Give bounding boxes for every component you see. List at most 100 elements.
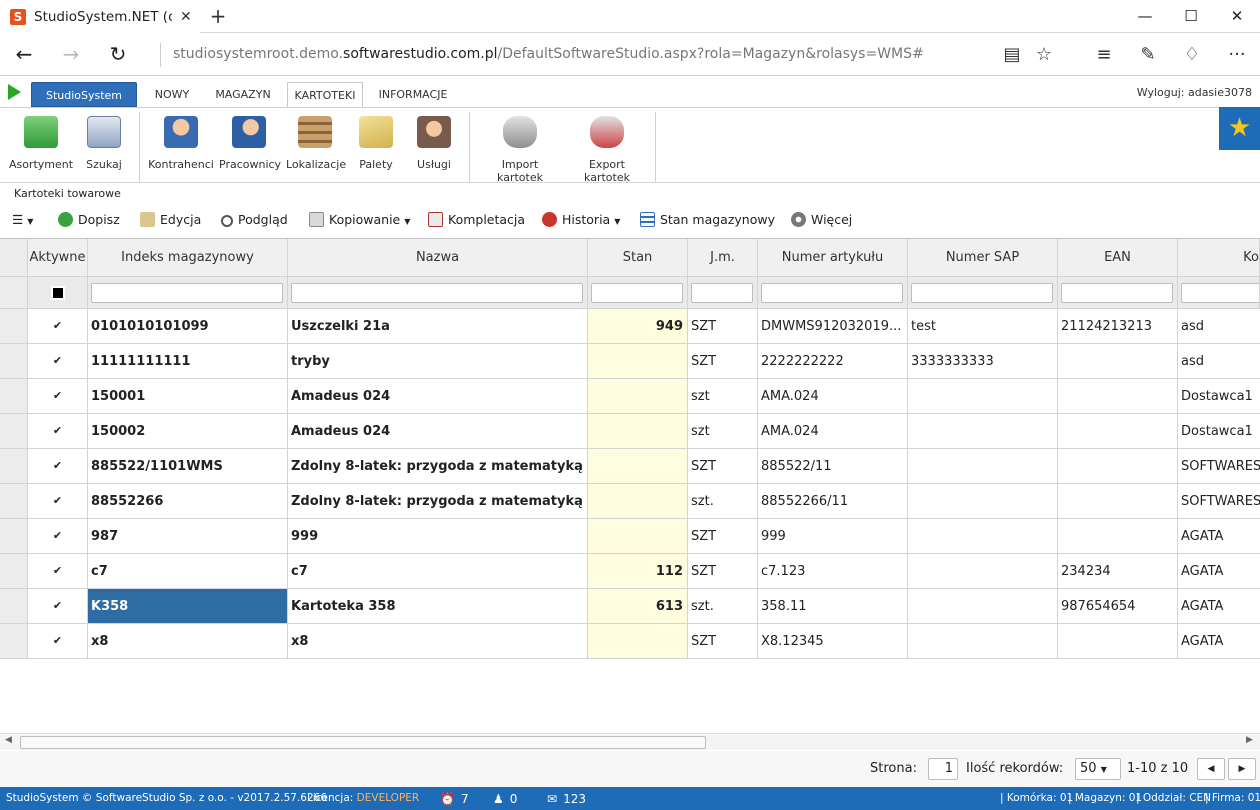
active-checkbox[interactable]: ✔ bbox=[51, 459, 65, 473]
cell-sap[interactable]: test bbox=[908, 309, 1058, 344]
active-checkbox[interactable]: ✔ bbox=[51, 389, 65, 403]
more-button[interactable]: Więcej bbox=[791, 210, 852, 230]
cell-ko[interactable]: AGATA bbox=[1178, 624, 1260, 659]
tab-studiosystem[interactable]: StudioSystem bbox=[31, 82, 137, 107]
cell-stan[interactable] bbox=[588, 519, 688, 554]
cell-sap[interactable] bbox=[908, 624, 1058, 659]
table-row[interactable]: ✔ K358 Kartoteka 358 613 szt. 358.11 987654654… bbox=[0, 589, 1260, 624]
tab-nowy[interactable]: NOWY bbox=[144, 82, 200, 107]
col-header-stan[interactable]: Stan bbox=[588, 239, 688, 277]
table-row[interactable]: ✔ 88552266 Zdolny 8-latek: przygoda z mate… bbox=[0, 484, 1260, 519]
cell-active[interactable]: ✔ bbox=[28, 589, 88, 624]
row-indicator[interactable] bbox=[0, 624, 28, 659]
cell-stan[interactable] bbox=[588, 449, 688, 484]
cell-stan[interactable]: 112 bbox=[588, 554, 688, 589]
cell-sap[interactable]: 3333333333 bbox=[908, 344, 1058, 379]
cell-ko[interactable]: Dostawca1 bbox=[1178, 379, 1260, 414]
active-checkbox[interactable]: ✔ bbox=[51, 319, 65, 333]
complete-button[interactable]: Kompletacja bbox=[428, 210, 525, 230]
cell-ean[interactable] bbox=[1058, 449, 1178, 484]
stock-button[interactable]: Stan magazynowy bbox=[640, 210, 775, 230]
table-row[interactable]: ✔ x8 x8 SZT X8.12345 AGATA bbox=[0, 624, 1260, 659]
cell-ko[interactable]: asd bbox=[1178, 344, 1260, 379]
hub-menu-icon[interactable]: ≡ bbox=[1089, 41, 1119, 69]
page-input[interactable]: 1 bbox=[928, 758, 958, 780]
cell-jm[interactable]: szt. bbox=[688, 589, 758, 624]
filter-indeks-input[interactable] bbox=[88, 277, 288, 309]
filter-aktywne-checkbox[interactable] bbox=[28, 277, 88, 309]
table-row[interactable]: ✔ 11111111111 tryby SZT 2222222222 3333333333… bbox=[0, 344, 1260, 379]
active-checkbox[interactable]: ✔ bbox=[51, 529, 65, 543]
cell-ko[interactable]: AGATA bbox=[1178, 519, 1260, 554]
records-select[interactable]: 50 ▼ bbox=[1075, 758, 1121, 780]
filter-jm-field[interactable] bbox=[691, 282, 753, 303]
active-checkbox[interactable]: ✔ bbox=[51, 354, 65, 368]
cell-index[interactable]: 88552266 bbox=[88, 484, 288, 519]
col-header-ean[interactable]: EAN bbox=[1058, 239, 1178, 277]
ribbon-asortyment-button[interactable]: Asortyment bbox=[8, 114, 74, 180]
ribbon-lokalizacje-button[interactable]: Lokalizacje bbox=[286, 114, 346, 180]
filter-jm-input[interactable] bbox=[688, 277, 758, 309]
active-checkbox[interactable]: ✔ bbox=[51, 634, 65, 648]
cell-index[interactable]: 987 bbox=[88, 519, 288, 554]
table-row[interactable]: ✔ 150001 Amadeus 024 szt AMA.024 Dostawca1 bbox=[0, 379, 1260, 414]
cell-stan[interactable] bbox=[588, 414, 688, 449]
users-counter[interactable]: ♟ 0 bbox=[493, 792, 517, 806]
active-checkbox[interactable]: ✔ bbox=[51, 564, 65, 578]
cell-stan[interactable]: 949 bbox=[588, 309, 688, 344]
cell-index[interactable]: 150001 bbox=[88, 379, 288, 414]
scroll-left-icon[interactable]: ◀ bbox=[5, 735, 12, 745]
logout-link[interactable]: Wyloguj: adasie3078 bbox=[1137, 86, 1252, 99]
cell-art[interactable]: 358.11 bbox=[758, 589, 908, 624]
table-row[interactable]: ✔ 885522/1101WMS Zdolny 8-latek: przygoda … bbox=[0, 449, 1260, 484]
cell-jm[interactable]: szt. bbox=[688, 484, 758, 519]
new-tab-button[interactable]: + bbox=[205, 4, 231, 30]
cell-name[interactable]: Amadeus 024 bbox=[288, 414, 588, 449]
row-indicator[interactable] bbox=[0, 414, 28, 449]
cell-index[interactable]: 11111111111 bbox=[88, 344, 288, 379]
cell-name[interactable]: Zdolny 8-latek: przygoda z matematyką bbox=[288, 449, 588, 484]
cell-jm[interactable]: SZT bbox=[688, 309, 758, 344]
mail-counter[interactable]: ✉ 123 bbox=[547, 792, 586, 806]
cell-stan[interactable]: 613 bbox=[588, 589, 688, 624]
hamburger-menu-button[interactable]: ☰ ▼ bbox=[12, 210, 33, 230]
cell-index[interactable]: x8 bbox=[88, 624, 288, 659]
filter-nazwa-input[interactable] bbox=[288, 277, 588, 309]
next-page-button[interactable]: ▶ bbox=[1228, 758, 1256, 780]
cell-ko[interactable]: SOFTWARES bbox=[1178, 484, 1260, 519]
cell-active[interactable]: ✔ bbox=[28, 554, 88, 589]
filter-ko-input[interactable] bbox=[1178, 277, 1260, 309]
cell-ean[interactable]: 987654654 bbox=[1058, 589, 1178, 624]
reading-view-icon[interactable]: ▤ bbox=[997, 41, 1027, 69]
cell-sap[interactable] bbox=[908, 379, 1058, 414]
tab-kartoteki[interactable]: KARTOTEKI bbox=[287, 82, 363, 107]
share-icon[interactable]: ♢ bbox=[1177, 41, 1207, 69]
history-button[interactable]: Historia ▼ bbox=[542, 210, 620, 230]
cell-active[interactable]: ✔ bbox=[28, 484, 88, 519]
cell-name[interactable]: c7 bbox=[288, 554, 588, 589]
cell-name[interactable]: Amadeus 024 bbox=[288, 379, 588, 414]
table-row[interactable]: ✔ c7 c7 112 SZT c7.123 234234 AGATA bbox=[0, 554, 1260, 589]
ribbon-kontrahenci-button[interactable]: Kontrahenci bbox=[148, 114, 214, 180]
table-row[interactable]: ✔ 0101010101099 Uszczelki 21a 949 SZT DMWMS91… bbox=[0, 309, 1260, 344]
cell-ko[interactable]: AGATA bbox=[1178, 589, 1260, 624]
table-row[interactable]: ✔ 150002 Amadeus 024 szt AMA.024 Dostawca1 bbox=[0, 414, 1260, 449]
cell-ko[interactable]: asd bbox=[1178, 309, 1260, 344]
filter-stan-input[interactable] bbox=[588, 277, 688, 309]
scrollbar-thumb[interactable] bbox=[20, 736, 706, 749]
preview-button[interactable]: Podgląd bbox=[221, 210, 288, 230]
cell-jm[interactable]: SZT bbox=[688, 449, 758, 484]
cell-art[interactable]: DMWMS912032019... bbox=[758, 309, 908, 344]
close-window-icon[interactable]: ✕ bbox=[1214, 0, 1260, 33]
ribbon-szukaj-button[interactable]: Szukaj bbox=[80, 114, 128, 180]
col-header-nazwa[interactable]: Nazwa bbox=[288, 239, 588, 277]
cell-ean[interactable] bbox=[1058, 624, 1178, 659]
cell-active[interactable]: ✔ bbox=[28, 519, 88, 554]
col-header-indeks[interactable]: Indeks magazynowy bbox=[88, 239, 288, 277]
back-arrow-icon[interactable]: ← bbox=[8, 39, 40, 69]
play-icon[interactable] bbox=[8, 84, 21, 100]
cell-ean[interactable] bbox=[1058, 519, 1178, 554]
cell-index[interactable]: 0101010101099 bbox=[88, 309, 288, 344]
ribbon-pracownicy-button[interactable]: Pracownicy bbox=[219, 114, 281, 180]
row-indicator[interactable] bbox=[0, 589, 28, 624]
